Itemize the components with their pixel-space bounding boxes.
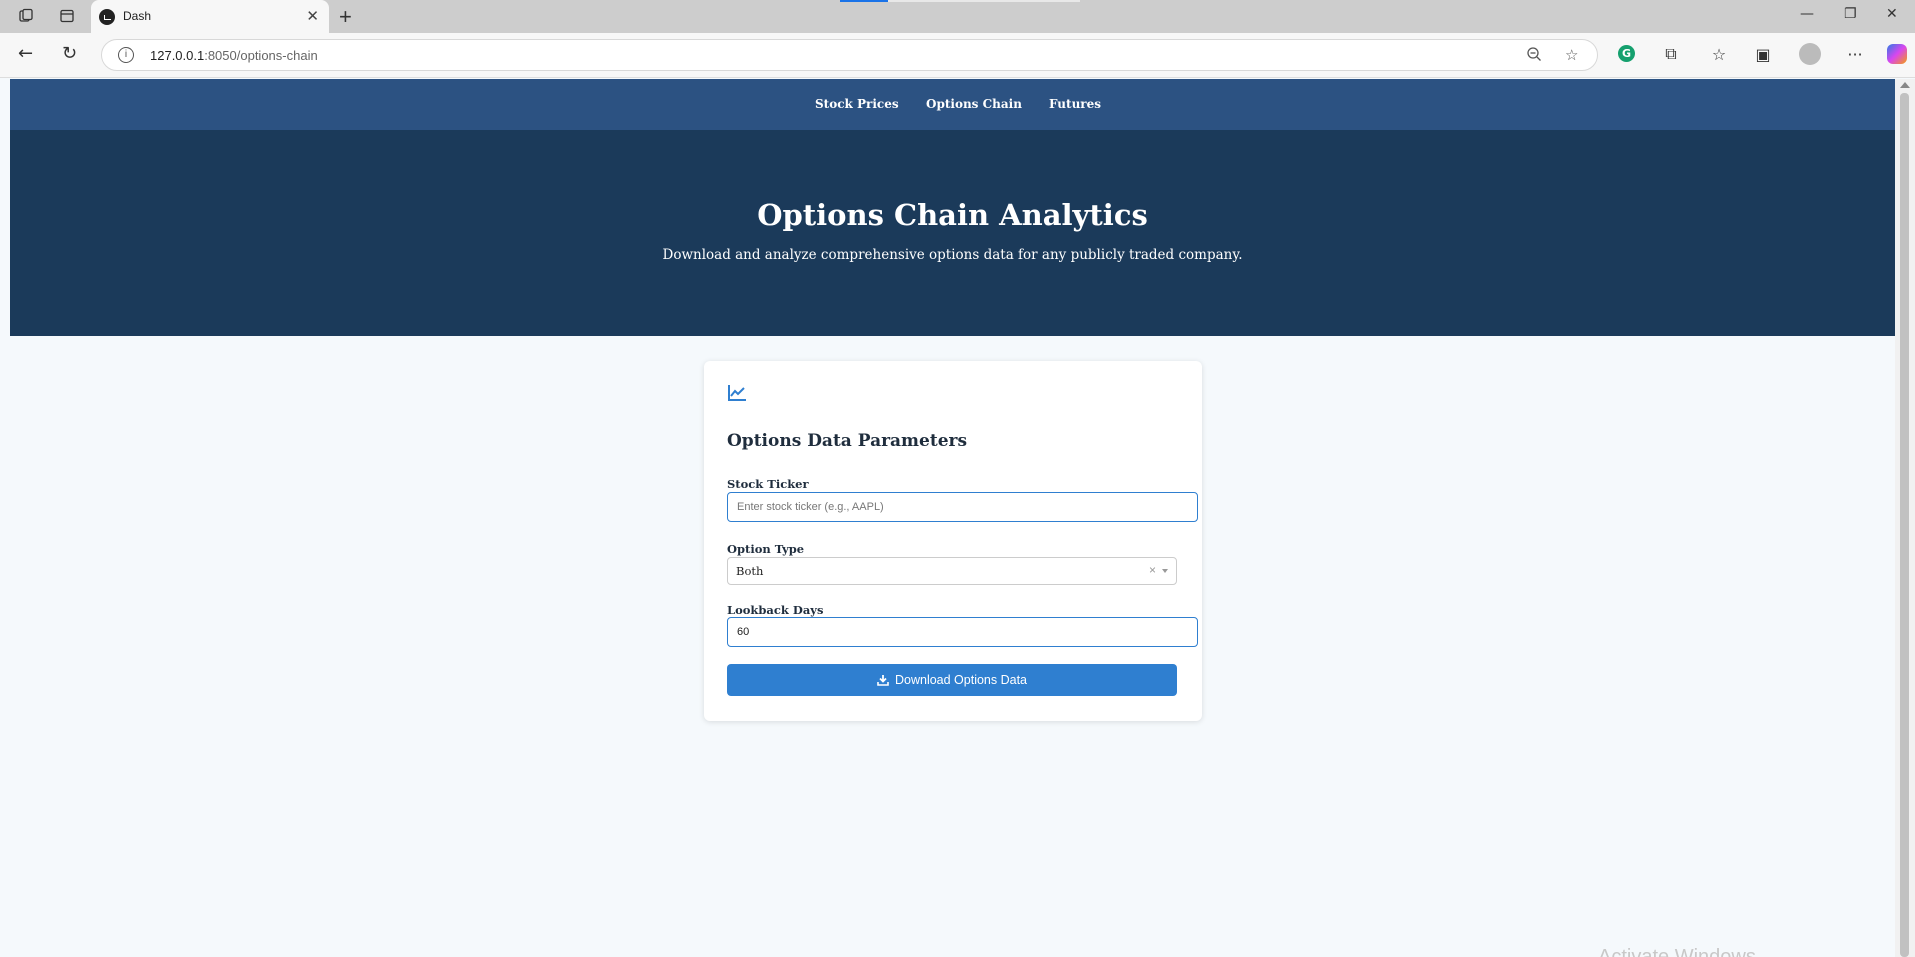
nav-link-futures[interactable]: Futures xyxy=(1049,97,1101,111)
copilot-icon[interactable] xyxy=(1887,44,1907,64)
card-title: Options Data Parameters xyxy=(727,431,968,451)
option-type-selected-value: Both xyxy=(736,564,764,578)
site-info-icon[interactable]: i xyxy=(118,47,134,63)
favorites-icon[interactable]: ☆ xyxy=(1708,43,1730,65)
collections-icon[interactable]: ▣ xyxy=(1752,43,1774,65)
hero-banner: Options Chain Analytics Download and ana… xyxy=(10,130,1895,336)
zoom-out-icon[interactable] xyxy=(1526,46,1542,66)
workspaces-icon[interactable] xyxy=(17,7,35,25)
profile-avatar[interactable] xyxy=(1799,43,1821,65)
tab-title: Dash xyxy=(123,9,152,23)
tab-actions-icon[interactable] xyxy=(58,7,76,25)
url-text[interactable]: 127.0.0.1:8050/options-chain xyxy=(150,48,318,63)
options-parameters-card: Options Data Parameters Stock Ticker Opt… xyxy=(704,361,1202,721)
chevron-down-icon[interactable] xyxy=(1162,569,1168,573)
new-tab-icon[interactable]: + xyxy=(339,4,352,30)
download-options-button[interactable]: Download Options Data xyxy=(727,664,1177,696)
browser-tab-bar: Dash ✕ + — ❐ ✕ xyxy=(0,0,1915,33)
page-scrollbar[interactable] xyxy=(1895,79,1915,957)
extensions-icon[interactable]: ⧉ xyxy=(1660,43,1682,65)
activate-windows-watermark: Activate Windows xyxy=(1598,946,1756,957)
favorite-star-icon[interactable]: ☆ xyxy=(1565,46,1578,64)
dash-favicon-icon xyxy=(99,9,115,25)
option-type-label: Option Type xyxy=(727,542,805,556)
browser-toolbar: ← ↻ i 127.0.0.1:8050/options-chain ☆ G ⧉… xyxy=(0,33,1915,78)
refresh-icon[interactable]: ↻ xyxy=(62,43,77,64)
grammarly-icon[interactable]: G xyxy=(1618,45,1635,62)
nav-link-stock-prices[interactable]: Stock Prices xyxy=(815,97,899,111)
minimize-icon[interactable]: — xyxy=(1800,6,1814,22)
close-window-icon[interactable]: ✕ xyxy=(1886,6,1898,22)
stock-ticker-label: Stock Ticker xyxy=(727,477,809,491)
restore-icon[interactable]: ❐ xyxy=(1844,6,1857,22)
line-chart-icon xyxy=(728,385,746,401)
address-bar[interactable]: i 127.0.0.1:8050/options-chain ☆ xyxy=(101,39,1598,71)
back-icon[interactable]: ← xyxy=(18,43,33,64)
lookback-days-label: Lookback Days xyxy=(727,603,824,617)
loading-indicator xyxy=(840,0,888,2)
clear-selection-icon[interactable]: × xyxy=(1149,563,1156,577)
page-subtitle: Download and analyze comprehensive optio… xyxy=(662,247,1243,263)
top-navigation: Stock Prices Options Chain Futures xyxy=(10,79,1895,130)
option-type-dropdown[interactable]: Both × xyxy=(727,557,1177,585)
download-button-label: Download Options Data xyxy=(894,673,1028,687)
page-viewport: Stock Prices Options Chain Futures Optio… xyxy=(10,79,1895,957)
active-tab[interactable]: Dash ✕ xyxy=(91,0,329,33)
scroll-up-arrow-icon[interactable] xyxy=(1900,82,1910,88)
close-tab-icon[interactable]: ✕ xyxy=(306,7,319,25)
nav-link-options-chain[interactable]: Options Chain xyxy=(926,97,1022,111)
more-menu-icon[interactable]: ··· xyxy=(1844,43,1866,65)
page-title: Options Chain Analytics xyxy=(757,198,1148,232)
lookback-days-input[interactable] xyxy=(727,617,1198,647)
download-icon xyxy=(877,675,889,686)
scrollbar-thumb[interactable] xyxy=(1900,93,1909,957)
loading-track xyxy=(888,0,1080,2)
stock-ticker-input[interactable] xyxy=(727,492,1198,522)
